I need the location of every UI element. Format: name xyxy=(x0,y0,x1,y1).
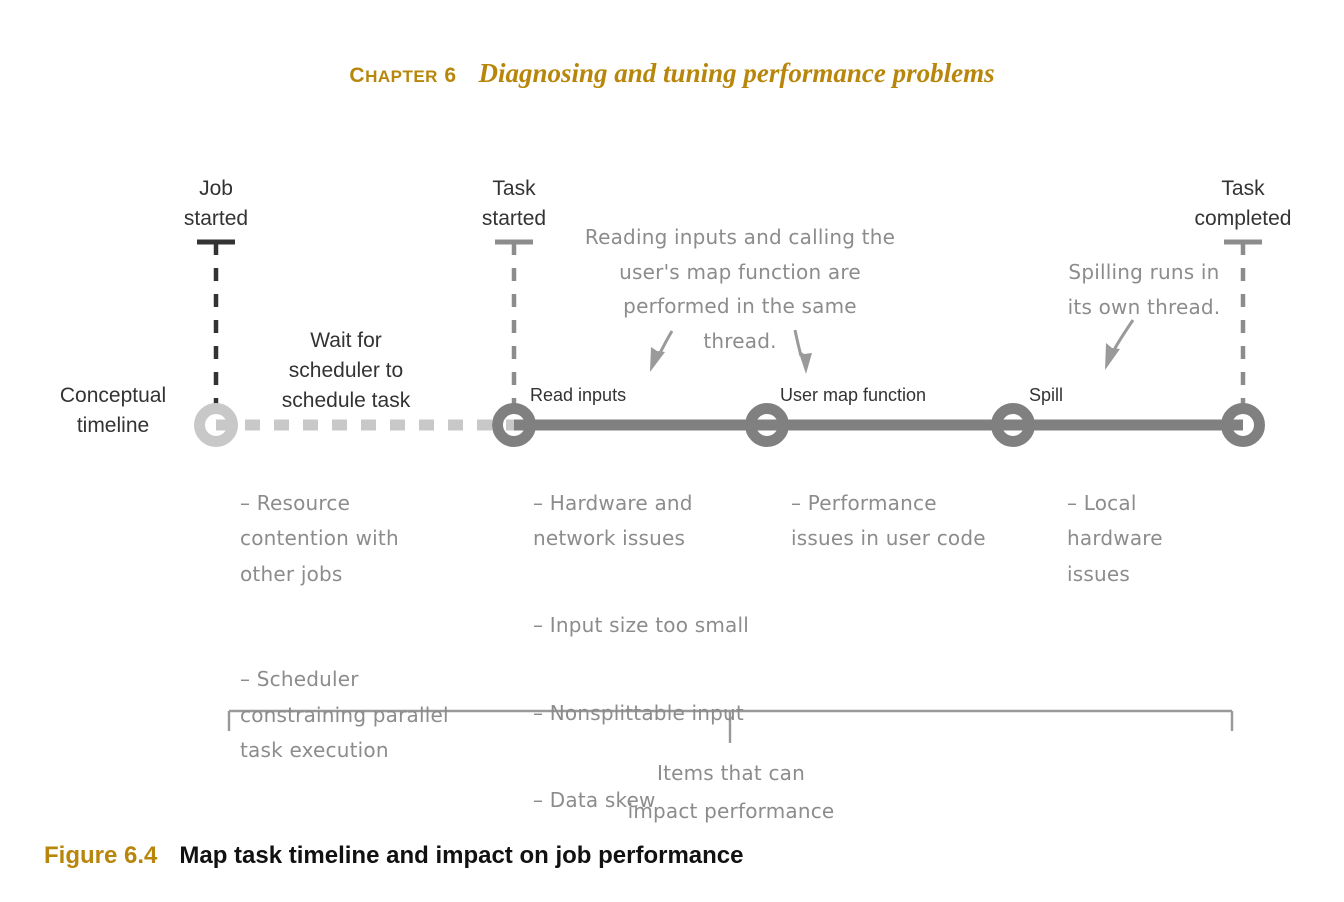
chapter-label-first: C xyxy=(349,64,366,87)
issue-list-wait: – Resource contention with other jobs – … xyxy=(240,450,502,804)
list-item: – Input size too small xyxy=(533,613,749,638)
list-item: – Nonsplittable input xyxy=(533,700,744,725)
chapter-number: 6 xyxy=(444,64,457,87)
list-item: – Hardware and network issues xyxy=(533,490,693,551)
figure-page: CHAPTER 6 Diagnosing and tuning performan… xyxy=(0,0,1344,902)
running-head: CHAPTER 6 Diagnosing and tuning performan… xyxy=(0,58,1344,89)
annotation-threading-note: Reading inputs and calling the user's ma… xyxy=(584,225,896,353)
node-task-completed[interactable] xyxy=(1221,403,1265,447)
milestone-label-task-completed: Task completed xyxy=(1194,177,1292,230)
chapter-label: CHAPTER 6 xyxy=(349,64,456,87)
node-task-started[interactable] xyxy=(492,403,536,447)
list-item: – Performance issues in user code xyxy=(791,490,986,551)
arrow-to-spill-icon xyxy=(1105,319,1135,370)
segment-label-read-inputs: Read inputs xyxy=(530,385,627,405)
issue-list-read-inputs: – Hardware and network issues – Input si… xyxy=(533,450,801,854)
chapter-label-rest: HAPTER xyxy=(365,67,438,86)
milestone-task-started-rule xyxy=(495,239,533,418)
node-read-inputs-end[interactable] xyxy=(745,403,789,447)
node-user-map-end[interactable] xyxy=(991,403,1035,447)
figure-caption: Figure 6.4 Map task timeline and impact o… xyxy=(44,842,744,870)
milestone-label-job-started: Job started xyxy=(183,177,249,230)
issue-list-spill: – Local hardware issues xyxy=(1067,450,1267,628)
segment-label-spill: Spill xyxy=(1029,385,1064,405)
figure-caption-text: Map task timeline and impact on job perf… xyxy=(179,842,744,869)
chapter-title: Diagnosing and tuning performance proble… xyxy=(478,58,995,88)
list-item: – Resource contention with other jobs xyxy=(240,490,399,586)
list-item: – Data skew xyxy=(533,787,656,812)
list-item: – Scheduler constraining parallel task e… xyxy=(240,666,449,763)
segment-label-user-map-function: User map function xyxy=(780,385,927,405)
segment-label-wait: Wait for scheduler to schedule task xyxy=(281,329,411,412)
milestone-label-task-started: Task started xyxy=(481,177,547,230)
annotation-spill-note: Spilling runs in its own thread. xyxy=(1067,260,1221,319)
axis-label-conceptual-timeline: Conceptual timeline xyxy=(59,384,167,437)
list-item: – Local hardware issues xyxy=(1067,490,1163,586)
figure-caption-number: Figure 6.4 xyxy=(44,842,158,869)
issue-list-user-map: – Performance issues in user code xyxy=(791,450,1043,592)
